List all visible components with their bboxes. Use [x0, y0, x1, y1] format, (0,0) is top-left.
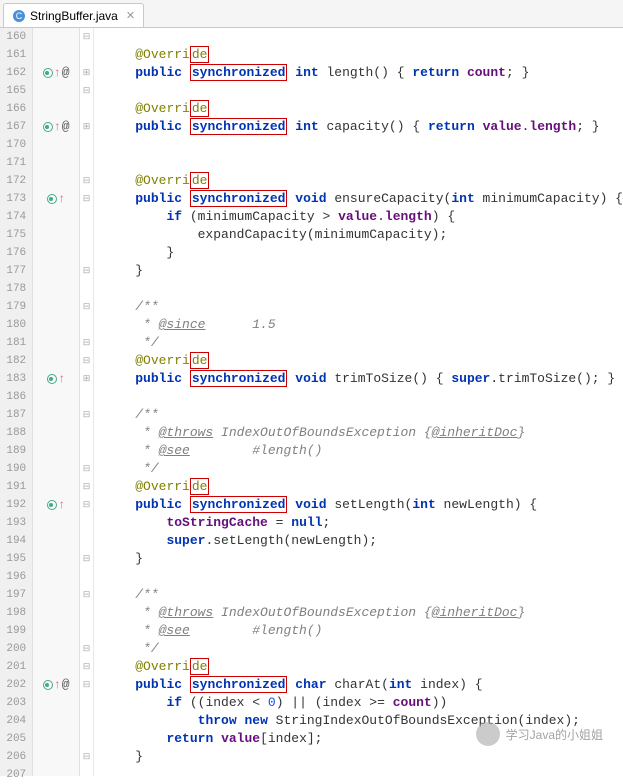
code-line: * @see #length()	[104, 442, 623, 460]
code-line: expandCapacity(minimumCapacity);	[104, 226, 623, 244]
svg-text:C: C	[16, 11, 23, 21]
code-line: super.setLength(newLength);	[104, 532, 623, 550]
code-line	[104, 766, 623, 784]
code-line: /**	[104, 586, 623, 604]
code-line: }	[104, 244, 623, 262]
wechat-icon	[476, 722, 500, 746]
code-line	[104, 82, 623, 100]
close-icon[interactable]: ✕	[126, 9, 135, 22]
code-line: * @see #length()	[104, 622, 623, 640]
code-line: public synchronized char charAt(int inde…	[104, 676, 623, 694]
code-line: @Override	[104, 100, 623, 118]
line-gutter: 1601611621651661671701711721731741751761…	[0, 28, 33, 776]
code-line: public synchronized int length() { retur…	[104, 64, 623, 82]
code-line: */	[104, 640, 623, 658]
code-area[interactable]: @Override public synchronized int length…	[94, 28, 623, 776]
watermark-text: 学习Java的小姐姐	[506, 726, 603, 743]
code-line: toStringCache = null;	[104, 514, 623, 532]
code-line: */	[104, 334, 623, 352]
editor-area: 1601611621651661671701711721731741751761…	[0, 28, 623, 776]
code-line: * @since 1.5	[104, 316, 623, 334]
code-line: public synchronized void setLength(int n…	[104, 496, 623, 514]
code-line: public synchronized void trimToSize() { …	[104, 370, 623, 388]
code-line: if ((index < 0) || (index >= count))	[104, 694, 623, 712]
java-class-icon: C	[12, 9, 26, 23]
code-line	[104, 28, 623, 46]
code-line: @Override	[104, 352, 623, 370]
code-line: public synchronized void ensureCapacity(…	[104, 190, 623, 208]
tab-bar: C StringBuffer.java ✕	[0, 0, 623, 28]
watermark: 学习Java的小姐姐	[476, 722, 603, 746]
code-line: }	[104, 550, 623, 568]
code-line: public synchronized int capacity() { ret…	[104, 118, 623, 136]
tab-filename: StringBuffer.java	[30, 9, 118, 23]
code-line: /**	[104, 406, 623, 424]
marker-column: ↑@↑@↑↑↑↑@	[33, 28, 80, 776]
code-line: @Override	[104, 658, 623, 676]
code-line: @Override	[104, 46, 623, 64]
code-line	[104, 280, 623, 298]
code-line	[104, 568, 623, 586]
code-line: @Override	[104, 478, 623, 496]
code-line: * @throws IndexOutOfBoundsException {@in…	[104, 604, 623, 622]
code-line: if (minimumCapacity > value.length) {	[104, 208, 623, 226]
code-line: }	[104, 748, 623, 766]
file-tab[interactable]: C StringBuffer.java ✕	[3, 3, 144, 27]
code-line	[104, 136, 623, 154]
code-line: /**	[104, 298, 623, 316]
code-line	[104, 388, 623, 406]
code-line	[104, 154, 623, 172]
code-line: * @throws IndexOutOfBoundsException {@in…	[104, 424, 623, 442]
code-line: */	[104, 460, 623, 478]
code-line: @Override	[104, 172, 623, 190]
code-line: }	[104, 262, 623, 280]
fold-column: ⊟⊞⊟⊞⊟⊟⊟⊟⊟⊟⊞⊟⊟⊟⊟⊟⊟⊟⊟⊟⊟	[80, 28, 94, 776]
